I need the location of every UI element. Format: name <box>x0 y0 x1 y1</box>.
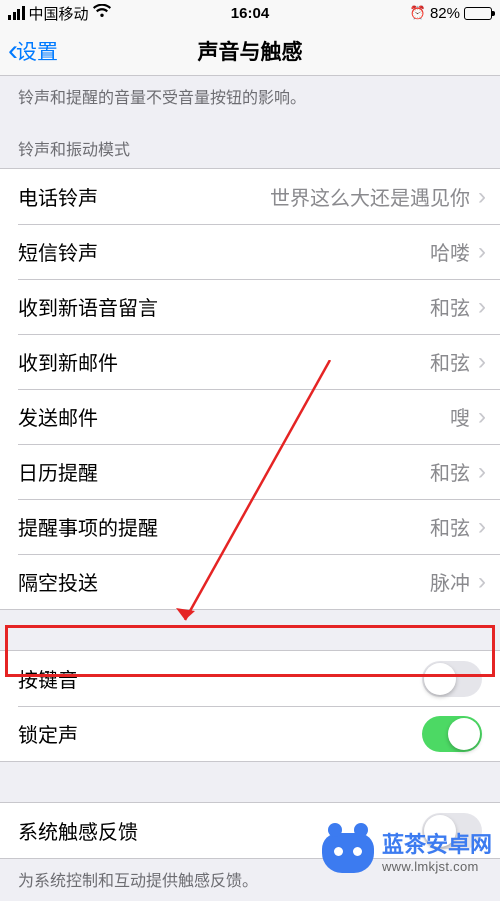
row-detail: 世界这么大还是遇见你 <box>270 182 470 211</box>
row-lock-sound: 锁定声 <box>0 706 500 761</box>
signal-icon <box>8 6 25 20</box>
back-label: 设置 <box>16 36 58 66</box>
group-keyboard-lock: 按键音 锁定声 <box>0 650 500 762</box>
row-label: 锁定声 <box>18 719 78 748</box>
chevron-right-icon: › <box>478 460 486 484</box>
chevron-right-icon: › <box>478 405 486 429</box>
row-detail: 脉冲 <box>430 567 470 596</box>
wifi-icon <box>93 4 111 22</box>
row-new-voicemail[interactable]: 收到新语音留言 和弦 › <box>0 279 500 334</box>
row-detail: 哈喽 <box>430 237 470 266</box>
row-phone-ringtone[interactable]: 电话铃声 世界这么大还是遇见你 › <box>0 169 500 224</box>
row-label: 短信铃声 <box>18 237 98 266</box>
toggle-keyboard-clicks[interactable] <box>422 661 482 697</box>
toggle-lock-sound[interactable] <box>422 716 482 752</box>
chevron-right-icon: › <box>478 295 486 319</box>
watermark-title: 蓝茶安卓网 <box>382 827 492 859</box>
row-reminder-alerts[interactable]: 提醒事项的提醒 和弦 › <box>0 499 500 554</box>
battery-percent: 82% <box>430 5 460 22</box>
chevron-right-icon: › <box>478 570 486 594</box>
row-label: 隔空投送 <box>18 567 98 596</box>
row-text-tone[interactable]: 短信铃声 哈喽 › <box>0 224 500 279</box>
status-time: 16:04 <box>169 5 330 22</box>
chevron-right-icon: › <box>478 185 486 209</box>
carrier-label: 中国移动 <box>29 3 89 24</box>
watermark-logo <box>322 829 374 873</box>
chevron-right-icon: › <box>478 515 486 539</box>
row-label: 收到新邮件 <box>18 347 118 376</box>
watermark-url: www.lmkjst.com <box>382 859 492 874</box>
page-title: 声音与触感 <box>0 36 500 66</box>
row-new-mail[interactable]: 收到新邮件 和弦 › <box>0 334 500 389</box>
back-button[interactable]: ‹ 设置 <box>0 36 58 66</box>
row-label: 收到新语音留言 <box>18 292 158 321</box>
row-keyboard-clicks: 按键音 <box>0 651 500 706</box>
battery-icon <box>464 7 492 20</box>
row-detail: 和弦 <box>430 457 470 486</box>
row-label: 电话铃声 <box>18 182 98 211</box>
row-sent-mail[interactable]: 发送邮件 嗖 › <box>0 389 500 444</box>
row-label: 按键音 <box>18 664 78 693</box>
row-detail: 和弦 <box>430 292 470 321</box>
row-airdrop[interactable]: 隔空投送 脉冲 › <box>0 554 500 609</box>
row-label: 日历提醒 <box>18 457 98 486</box>
row-label: 提醒事项的提醒 <box>18 512 158 541</box>
chevron-right-icon: › <box>478 240 486 264</box>
row-detail: 嗖 <box>450 402 470 431</box>
chevron-right-icon: › <box>478 350 486 374</box>
row-label: 发送邮件 <box>18 402 98 431</box>
row-calendar-alerts[interactable]: 日历提醒 和弦 › <box>0 444 500 499</box>
row-label: 系统触感反馈 <box>18 816 138 845</box>
section-header-ringtone: 铃声和振动模式 <box>0 118 500 168</box>
nav-bar: ‹ 设置 声音与触感 <box>0 26 500 76</box>
section-footer-volume: 铃声和提醒的音量不受音量按钮的影响。 <box>0 76 500 118</box>
row-detail: 和弦 <box>430 512 470 541</box>
status-bar: 中国移动 16:04 ⏰ 82% <box>0 0 500 26</box>
watermark: 蓝茶安卓网 www.lmkjst.com <box>322 827 492 874</box>
row-detail: 和弦 <box>430 347 470 376</box>
group-sounds: 电话铃声 世界这么大还是遇见你 › 短信铃声 哈喽 › 收到新语音留言 和弦 ›… <box>0 168 500 610</box>
alarm-icon: ⏰ <box>410 5 426 21</box>
